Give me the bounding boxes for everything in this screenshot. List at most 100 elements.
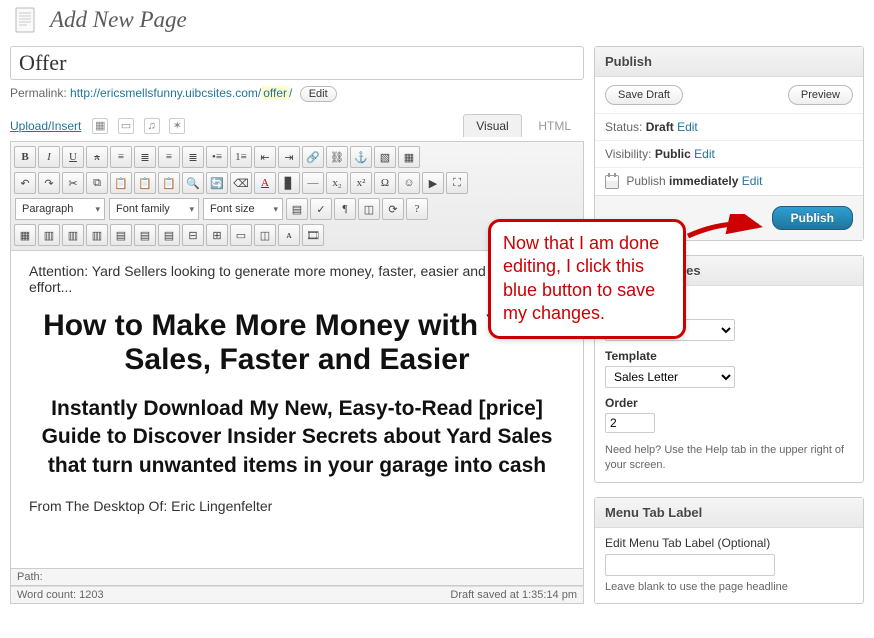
- edit-visibility-link[interactable]: Edit: [694, 147, 715, 161]
- visualaid-button[interactable]: ◫: [358, 198, 380, 220]
- replace-button[interactable]: 🔄: [206, 172, 228, 194]
- fontfamily-select[interactable]: Font family: [109, 198, 199, 220]
- autosave-status: Draft saved at 1:35:14 pm: [450, 589, 577, 601]
- edit-permalink-button[interactable]: Edit: [300, 86, 337, 102]
- publish-box: Publish Save Draft Preview Status: Draft…: [594, 46, 864, 241]
- sub-button[interactable]: x₂: [326, 172, 348, 194]
- underline-button[interactable]: U: [62, 146, 84, 168]
- template-label: Template: [605, 349, 853, 363]
- table-button[interactable]: ▦: [14, 224, 36, 246]
- delete-col-button[interactable]: ▤: [158, 224, 180, 246]
- permalink-label: Permalink:: [10, 86, 67, 100]
- media-row: Upload/Insert ▦ ▭ ♫ ✶ Visual HTML: [10, 114, 584, 137]
- media-button[interactable]: ▶: [422, 172, 444, 194]
- row-before-button[interactable]: ▥: [38, 224, 60, 246]
- align-full-button[interactable]: ≣: [182, 146, 204, 168]
- content-from: From The Desktop Of: Eric Lingenfelter: [29, 498, 565, 514]
- menu-tab-box: Menu Tab Label Edit Menu Tab Label (Opti…: [594, 497, 864, 604]
- path-label: Path:: [17, 571, 43, 583]
- row-props-button[interactable]: ▭: [230, 224, 252, 246]
- delete-row-button[interactable]: ▥: [86, 224, 108, 246]
- help-button[interactable]: ?: [406, 198, 428, 220]
- copy-button[interactable]: ⧉: [86, 172, 108, 194]
- tab-html[interactable]: HTML: [525, 114, 584, 137]
- permalink-row: Permalink: http://ericsmellsfunny.uibcsi…: [10, 86, 584, 102]
- menu-tab-input[interactable]: [605, 554, 775, 576]
- calendar-icon: [605, 175, 619, 189]
- outdent-button[interactable]: ⇤: [254, 146, 276, 168]
- order-input[interactable]: [605, 413, 655, 433]
- schedule-value: immediately: [669, 174, 738, 188]
- bullet-list-button[interactable]: •≡: [206, 146, 228, 168]
- col-after-button[interactable]: ▤: [134, 224, 156, 246]
- image-button[interactable]: ▧: [374, 146, 396, 168]
- save-draft-button[interactable]: Save Draft: [605, 85, 683, 105]
- add-image-icon[interactable]: ▦: [92, 118, 108, 134]
- link-button[interactable]: 🔗: [302, 146, 324, 168]
- preview-button[interactable]: Preview: [788, 85, 853, 105]
- unlink-button[interactable]: ⛓: [326, 146, 348, 168]
- fontsize-select[interactable]: Font size: [203, 198, 283, 220]
- styles-button[interactable]: ▤: [286, 198, 308, 220]
- anchor-button[interactable]: ⚓: [350, 146, 372, 168]
- upload-insert-link[interactable]: Upload/Insert: [10, 119, 81, 133]
- menu-tab-box-title: Menu Tab Label: [595, 498, 863, 528]
- cut-button[interactable]: ✂: [62, 172, 84, 194]
- paste-button[interactable]: 📋: [110, 172, 132, 194]
- more-button[interactable]: ▦: [398, 146, 420, 168]
- italic-button[interactable]: I: [38, 146, 60, 168]
- format-select[interactable]: Paragraph: [15, 198, 105, 220]
- cleanup-button[interactable]: ⟳: [382, 198, 404, 220]
- visibility-row: Visibility: Public Edit: [595, 140, 863, 167]
- annotation-callout: Now that I am done editing, I click this…: [488, 219, 686, 339]
- backcolor-button[interactable]: ▊: [278, 172, 300, 194]
- paste-text-button[interactable]: 📋: [134, 172, 156, 194]
- paste-word-button[interactable]: 📋: [158, 172, 180, 194]
- sup-button[interactable]: x²: [350, 172, 372, 194]
- undo-button[interactable]: ↶: [14, 172, 36, 194]
- number-list-button[interactable]: 1≡: [230, 146, 252, 168]
- row-after-button[interactable]: ▥: [62, 224, 84, 246]
- template-select[interactable]: Sales Letter: [605, 366, 735, 388]
- movie-button[interactable]: 🎞: [302, 224, 324, 246]
- post-title-input[interactable]: [10, 46, 584, 80]
- visibility-value: Public: [655, 147, 691, 161]
- add-audio-icon[interactable]: ♫: [144, 118, 160, 134]
- redo-button[interactable]: ↷: [38, 172, 60, 194]
- align-center-button[interactable]: ≣: [134, 146, 156, 168]
- forecolor-button[interactable]: A: [254, 172, 276, 194]
- menu-tab-hint: Leave blank to use the page headline: [605, 580, 853, 595]
- align-left-button[interactable]: ≡: [110, 146, 132, 168]
- edit-schedule-link[interactable]: Edit: [742, 174, 763, 188]
- merge-cells-button[interactable]: ⊞: [206, 224, 228, 246]
- indent-button[interactable]: ⇥: [278, 146, 300, 168]
- status-row: Status: Draft Edit: [595, 113, 863, 140]
- page-icon: [10, 4, 42, 36]
- add-media-icon[interactable]: ✶: [169, 118, 185, 134]
- publish-button[interactable]: Publish: [772, 206, 853, 230]
- remove-format-button[interactable]: ⌫: [230, 172, 252, 194]
- abbr-button[interactable]: ᴀ: [278, 224, 300, 246]
- page-title: Add New Page: [50, 7, 187, 33]
- cell-props-button[interactable]: ◫: [254, 224, 276, 246]
- bold-button[interactable]: B: [14, 146, 36, 168]
- permalink-link[interactable]: http://ericsmellsfunny.uibcsites.com/off…: [70, 86, 292, 100]
- content-subheadline: Instantly Download My New, Easy-to-Read …: [29, 395, 565, 480]
- col-before-button[interactable]: ▤: [110, 224, 132, 246]
- attributes-help: Need help? Use the Help tab in the upper…: [605, 443, 853, 474]
- strike-button[interactable]: ᴀ: [86, 146, 108, 168]
- hr-button[interactable]: ―: [302, 172, 324, 194]
- find-button[interactable]: 🔍: [182, 172, 204, 194]
- editor-tabs: Visual HTML: [463, 114, 584, 137]
- split-cells-button[interactable]: ⊟: [182, 224, 204, 246]
- visualchars-button[interactable]: ¶: [334, 198, 356, 220]
- add-video-icon[interactable]: ▭: [118, 118, 134, 134]
- spellcheck-button[interactable]: ✓: [310, 198, 332, 220]
- edit-status-link[interactable]: Edit: [677, 120, 698, 134]
- align-right-button[interactable]: ≡: [158, 146, 180, 168]
- charmap-button[interactable]: Ω: [374, 172, 396, 194]
- tab-visual[interactable]: Visual: [463, 114, 521, 137]
- permalink-slug: offer: [261, 86, 289, 100]
- fullscreen-button[interactable]: ⛶: [446, 172, 468, 194]
- emoticon-button[interactable]: ☺: [398, 172, 420, 194]
